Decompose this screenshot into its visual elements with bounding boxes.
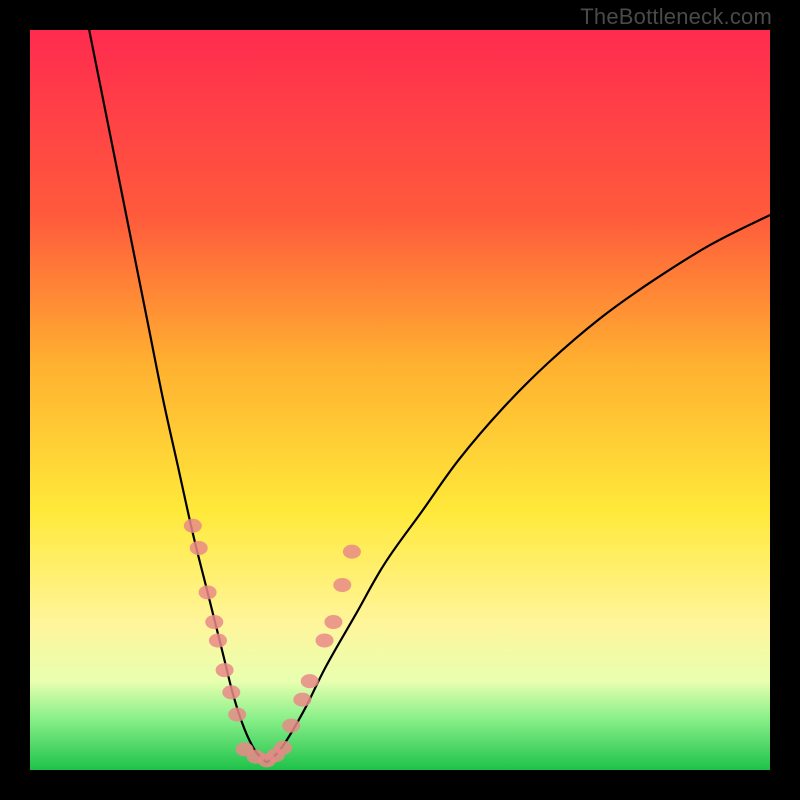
bead-icon (274, 741, 292, 755)
bead-icon (228, 707, 246, 721)
bead-icon (282, 719, 300, 733)
curve-right (267, 215, 770, 763)
bead-icon (209, 633, 227, 647)
bead-icon (190, 541, 208, 555)
bead-icon (216, 663, 234, 677)
bead-icon (205, 615, 223, 629)
bead-icon (333, 578, 351, 592)
curve-left (89, 30, 267, 763)
bead-icon (301, 674, 319, 688)
bead-icon (343, 545, 361, 559)
bead-icon (293, 693, 311, 707)
bead-icon (324, 615, 342, 629)
curve-svg (30, 30, 770, 770)
bead-icon (184, 519, 202, 533)
bead-icon (199, 585, 217, 599)
plot-area (30, 30, 770, 770)
bead-icon (222, 685, 240, 699)
chart-frame: TheBottleneck.com (0, 0, 800, 800)
bead-icon (316, 633, 334, 647)
watermark-label: TheBottleneck.com (580, 4, 772, 30)
bead-group (184, 519, 361, 768)
